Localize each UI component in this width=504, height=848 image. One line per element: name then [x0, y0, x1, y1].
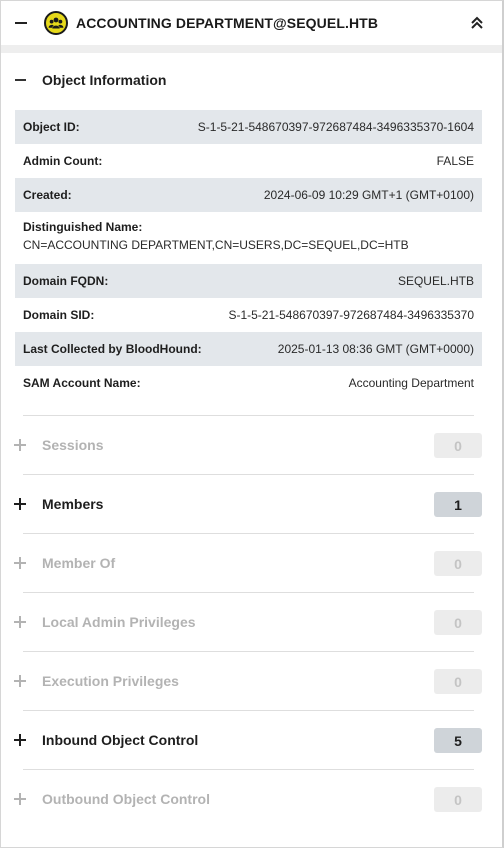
section-local-admin-privileges[interactable]: Local Admin Privileges 0	[1, 593, 502, 651]
count-badge: 1	[434, 492, 482, 517]
double-chevron-up-icon[interactable]	[467, 13, 487, 33]
property-row-sam-account-name: SAM Account Name: Accounting Department	[15, 366, 482, 400]
property-row-domain-fqdn: Domain FQDN: SEQUEL.HTB	[15, 264, 482, 298]
header-separator	[1, 45, 502, 53]
panel-header[interactable]: ACCOUNTING DEPARTMENT@SEQUEL.HTB	[1, 1, 502, 45]
section-inbound-object-control[interactable]: Inbound Object Control 5	[1, 711, 502, 769]
property-value: 2024-06-09 10:29 GMT+1 (GMT+0100)	[263, 188, 474, 202]
section-label: Members	[42, 496, 104, 512]
object-information-header[interactable]: Object Information	[1, 53, 502, 105]
count-badge: 0	[434, 610, 482, 635]
section-label: Inbound Object Control	[42, 732, 199, 748]
collapse-minus-icon[interactable]	[15, 79, 26, 81]
section-outbound-object-control[interactable]: Outbound Object Control 0	[1, 770, 502, 828]
property-row-last-collected: Last Collected by BloodHound: 2025-01-13…	[15, 332, 482, 366]
property-row-domain-sid: Domain SID: S-1-5-21-548670397-972687484…	[15, 298, 482, 332]
property-row-object-id: Object ID: S-1-5-21-548670397-972687484-…	[15, 110, 482, 144]
count-badge: 0	[434, 787, 482, 812]
property-value: 2025-01-13 08:36 GMT (GMT+0000)	[277, 342, 474, 356]
property-value: CN=ACCOUNTING DEPARTMENT,CN=USERS,DC=SEQ…	[23, 238, 409, 252]
property-key: Admin Count:	[23, 154, 103, 168]
expand-plus-icon[interactable]	[14, 498, 26, 510]
expand-plus-icon[interactable]	[14, 439, 26, 451]
property-key: SAM Account Name:	[23, 376, 141, 390]
expand-plus-icon[interactable]	[14, 675, 26, 687]
section-label: Outbound Object Control	[42, 791, 210, 807]
section-label: Local Admin Privileges	[42, 614, 196, 630]
property-value: Accounting Department	[348, 376, 474, 390]
property-row-created: Created: 2024-06-09 10:29 GMT+1 (GMT+010…	[15, 178, 482, 212]
property-value: S-1-5-21-548670397-972687484-3496335370	[228, 308, 474, 322]
group-icon	[44, 11, 68, 35]
section-label: Execution Privileges	[42, 673, 179, 689]
section-label: Sessions	[42, 437, 104, 453]
property-value: FALSE	[436, 154, 474, 168]
node-title: ACCOUNTING DEPARTMENT@SEQUEL.HTB	[76, 15, 379, 31]
section-member-of[interactable]: Member Of 0	[1, 534, 502, 592]
count-badge: 0	[434, 433, 482, 458]
section-sessions[interactable]: Sessions 0	[1, 416, 502, 474]
expand-plus-icon[interactable]	[14, 793, 26, 805]
property-value: S-1-5-21-548670397-972687484-3496335370-…	[197, 120, 474, 134]
property-key: Created:	[23, 188, 72, 202]
minimize-icon[interactable]	[15, 22, 27, 24]
property-key: Domain FQDN:	[23, 274, 109, 288]
property-key: Object ID:	[23, 120, 80, 134]
property-key: Distinguished Name:	[23, 220, 143, 234]
section-execution-privileges[interactable]: Execution Privileges 0	[1, 652, 502, 710]
property-key: Domain SID:	[23, 308, 95, 322]
expand-plus-icon[interactable]	[14, 616, 26, 628]
count-badge: 0	[434, 551, 482, 576]
property-row-admin-count: Admin Count: FALSE	[15, 144, 482, 178]
section-members[interactable]: Members 1	[1, 475, 502, 533]
property-row-distinguished-name: Distinguished Name: CN=ACCOUNTING DEPART…	[15, 216, 482, 252]
section-label: Member Of	[42, 555, 116, 571]
section-title: Object Information	[42, 72, 167, 88]
expand-plus-icon[interactable]	[14, 557, 26, 569]
property-value: SEQUEL.HTB	[397, 274, 474, 288]
expand-plus-icon[interactable]	[14, 734, 26, 746]
count-badge: 0	[434, 669, 482, 694]
count-badge: 5	[434, 728, 482, 753]
property-key: Last Collected by BloodHound:	[23, 342, 202, 356]
